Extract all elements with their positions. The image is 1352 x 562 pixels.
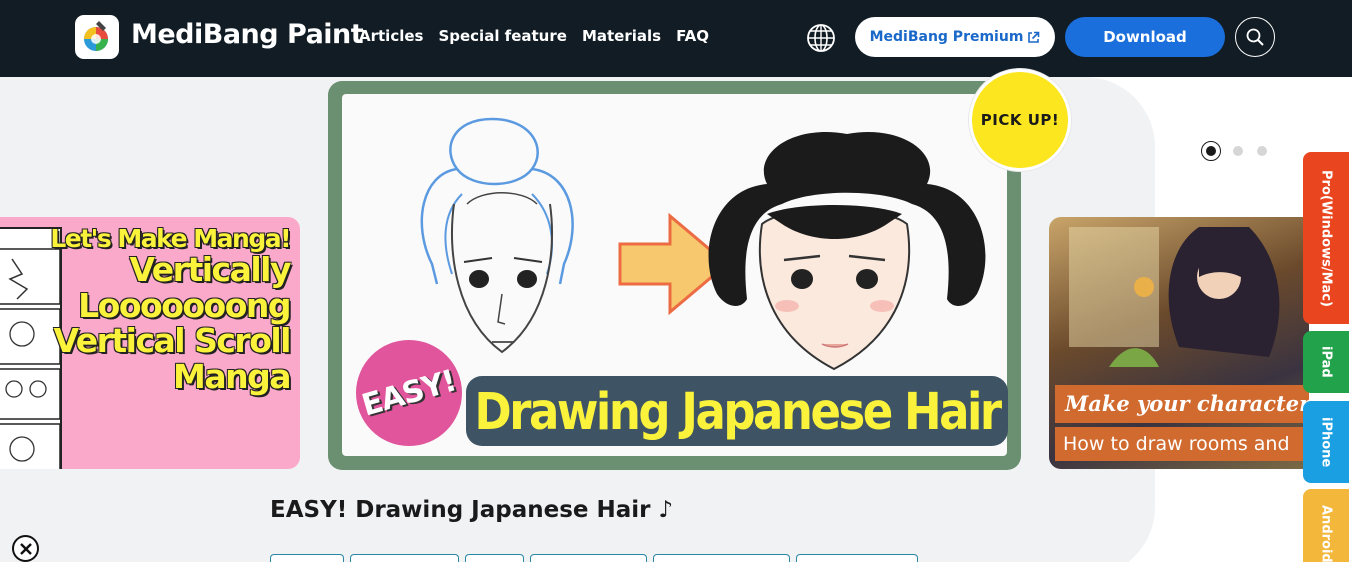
search-button[interactable] (1235, 17, 1275, 57)
carousel-dot-2[interactable] (1233, 146, 1243, 156)
manga-line-2: Vertically (129, 250, 292, 289)
tag-item[interactable] (465, 554, 524, 562)
language-button[interactable] (806, 23, 836, 53)
tag-item[interactable] (796, 554, 918, 562)
close-button[interactable] (12, 535, 39, 562)
side-tab-iphone[interactable]: iPhone (1303, 401, 1349, 483)
slide-characters[interactable]: Make your characters How to draw rooms a… (1049, 217, 1309, 469)
right-slide-heading: Make your characters (1055, 385, 1309, 423)
slide-manga[interactable]: Let's Make Manga! Vertically Looooooong … (0, 217, 300, 469)
site-header: MediBang Paint Articles Special feature … (0, 0, 1352, 77)
side-tab-ipad[interactable]: iPad (1303, 331, 1349, 393)
main-nav: Articles Special feature Materials FAQ (359, 27, 709, 45)
nav-faq[interactable]: FAQ (676, 27, 709, 45)
slide-title-box: Drawing Japanese Hair (466, 376, 1008, 446)
nav-special-feature[interactable]: Special feature (438, 27, 566, 45)
easy-badge: EASY! (356, 340, 462, 446)
medibang-logo-icon (84, 21, 108, 51)
premium-button-label: MediBang Premium (869, 29, 1024, 45)
manga-line-3: Looooooong (78, 285, 292, 325)
side-tab-pro[interactable]: Pro(Windows/Mac) (1303, 152, 1349, 324)
tag-item[interactable] (653, 554, 790, 562)
download-button[interactable]: Download (1065, 17, 1225, 57)
tag-item[interactable] (270, 554, 344, 562)
carousel-dot-3[interactable] (1257, 146, 1267, 156)
tag-list (270, 554, 918, 562)
search-icon (1246, 28, 1264, 46)
right-slide-subheading: How to draw rooms and (1055, 427, 1309, 461)
tag-item[interactable] (350, 554, 459, 562)
carousel-dots (1201, 141, 1267, 161)
character-illustration (1069, 227, 1280, 367)
nav-materials[interactable]: Materials (582, 27, 661, 45)
manga-slide-caption: Let's Make Manga! Vertically Looooooong … (50, 224, 292, 396)
nav-articles[interactable]: Articles (359, 27, 423, 45)
close-icon (19, 542, 32, 555)
pickup-badge-text: PICK UP! (980, 111, 1060, 129)
side-tab-pro-label: Pro(Windows/Mac) (1318, 169, 1334, 307)
manga-line-4: Vertical Scroll (53, 321, 292, 361)
globe-icon (807, 24, 835, 52)
medibang-logo[interactable] (75, 15, 119, 59)
article-title[interactable]: EASY! Drawing Japanese Hair ♪ (270, 497, 673, 523)
manga-line-1: Let's Make Manga! (50, 224, 292, 253)
carousel-dot-1[interactable] (1201, 141, 1221, 161)
side-tab-android-label: Android (1318, 505, 1334, 562)
manga-line-5: Manga (173, 356, 292, 396)
slide-title: Drawing Japanese Hair (474, 381, 1002, 441)
external-link-icon (1028, 31, 1040, 43)
easy-badge-text: EASY! (358, 362, 460, 424)
side-tab-ipad-label: iPad (1318, 346, 1334, 378)
premium-button[interactable]: MediBang Premium (855, 17, 1055, 57)
pickup-badge: PICK UP! (969, 69, 1071, 171)
tag-item[interactable] (530, 554, 647, 562)
side-tab-android[interactable]: Android (1303, 489, 1349, 562)
side-tab-iphone-label: iPhone (1318, 416, 1334, 468)
brand-name[interactable]: MediBang Paint (131, 19, 364, 50)
